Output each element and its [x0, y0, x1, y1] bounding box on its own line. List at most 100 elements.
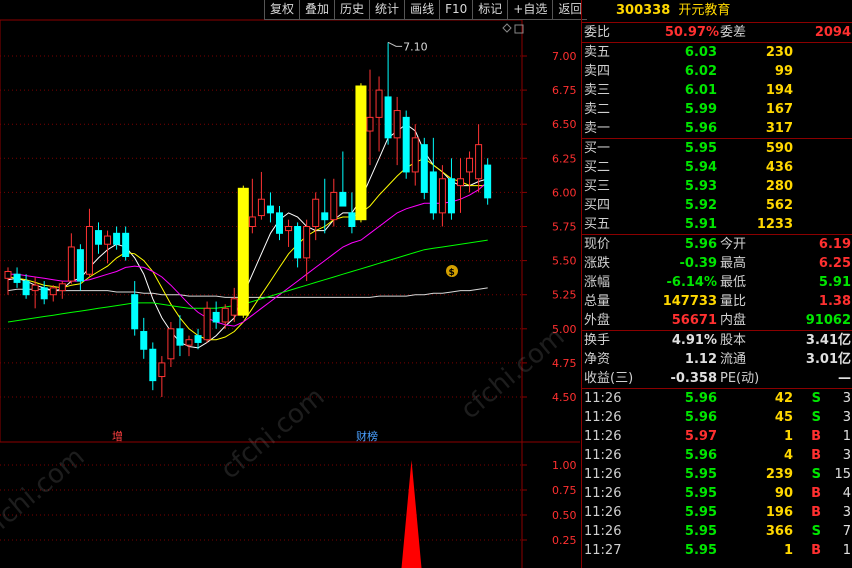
indicator-tick-label: 0.50 [552, 509, 577, 522]
stat-value: — [838, 371, 851, 386]
candle-body [237, 187, 249, 316]
stat-label: 现价 [584, 237, 611, 252]
tick-row[interactable]: 11:26 5.95 196 B 3 [582, 503, 852, 522]
candle-body [140, 331, 148, 350]
tick-volume: 1 [783, 543, 793, 558]
price-tick-label: 7.00 [552, 50, 577, 63]
bid-row[interactable]: 买一 5.95 590 [582, 139, 852, 158]
bid-row[interactable]: 买五 5.91 1233 [582, 215, 852, 234]
stock-code: 300338 [616, 3, 671, 18]
candle-body [411, 137, 419, 173]
bid-volume: 590 [765, 141, 793, 156]
bid-label: 买四 [584, 198, 611, 213]
kline-chart[interactable]: 7.006.756.506.256.005.755.505.255.004.75… [0, 0, 580, 568]
stat-label: 涨幅 [584, 275, 611, 290]
tick-row[interactable]: 11:26 5.96 4 B 3 [582, 446, 852, 465]
stock-name: 开元教育 [678, 3, 731, 18]
toolbar-mark-button[interactable]: 标记 [472, 0, 508, 20]
candle-body [176, 328, 184, 346]
ask-row[interactable]: 卖五 6.03 230 [582, 43, 852, 62]
bid-row[interactable]: 买三 5.93 280 [582, 177, 852, 196]
toolbar-overlay-button[interactable]: 叠加 [299, 0, 335, 20]
stat-value: 1.12 [684, 352, 717, 367]
indicator-tick-label: 0.25 [552, 534, 577, 547]
money-bag-glyph: $ [449, 268, 455, 278]
tick-volume: 45 [774, 410, 793, 425]
high-price-label: 7.10 [403, 40, 428, 53]
stat-value: 5.91 [818, 275, 851, 290]
tick-side: B [811, 429, 821, 444]
tick-side: S [811, 410, 821, 425]
candle-body [276, 212, 283, 234]
bid-row[interactable]: 买二 5.94 436 [582, 158, 852, 177]
stat-value: 6.19 [818, 237, 851, 252]
stat-row: 涨跌 -0.39 最高 6.25 [582, 254, 852, 273]
bid-price: 5.91 [684, 217, 717, 232]
stat-value: -0.39 [679, 256, 717, 271]
candle-body [294, 226, 302, 259]
toolbar-history-button[interactable]: 历史 [334, 0, 370, 20]
tick-count: 3 [842, 448, 851, 463]
tick-row[interactable]: 11:26 5.95 90 B 4 [582, 484, 852, 503]
tick-side: S [811, 467, 821, 482]
stat-label: 今开 [720, 237, 747, 252]
tick-time: 11:26 [584, 448, 622, 463]
candle-body [375, 89, 383, 118]
bid-row[interactable]: 买四 5.92 562 [582, 196, 852, 215]
candle-body [185, 339, 193, 346]
tick-side: S [811, 524, 821, 539]
toolbar-f10-button[interactable]: F10 [439, 0, 473, 20]
tick-list[interactable]: 11:26 5.96 42 S 3 11:26 5.96 45 S 3 11:26 5.97 1 B 1 11… [582, 389, 852, 560]
tick-volume: 239 [765, 467, 793, 482]
candle-body [384, 96, 392, 139]
candle-body [475, 144, 483, 180]
candle-body [158, 362, 166, 378]
candle-body [402, 116, 410, 173]
tick-row[interactable]: 11:26 5.97 1 B 1 [582, 427, 852, 446]
bid-label: 买五 [584, 217, 611, 232]
bid-volume: 436 [765, 160, 793, 175]
tick-volume: 4 [783, 448, 793, 463]
candle-body [85, 226, 93, 275]
stat-label: 外盘 [584, 313, 611, 328]
tick-row[interactable]: 11:26 5.96 45 S 3 [582, 408, 852, 427]
tick-row[interactable]: 11:26 5.95 239 S 15 [582, 465, 852, 484]
toolbar-stats-button[interactable]: 统计 [369, 0, 405, 20]
stat-label: 涨跌 [584, 256, 611, 271]
toolbar-fuquan-button[interactable]: 复权 [264, 0, 300, 20]
ask-row[interactable]: 卖二 5.99 167 [582, 100, 852, 119]
stat-value: 56671 [671, 313, 717, 328]
kline-chart-area[interactable]: 7.00 6.75 6.50 6.25 6.00 5.75 5.50 5.25 5.00 4.75… [0, 0, 588, 568]
candle-body [285, 226, 293, 232]
candle-body [312, 198, 320, 228]
ask-price: 5.99 [684, 102, 717, 117]
bid-label: 买二 [584, 160, 611, 175]
quote-stats: 现价 5.96 今开 6.19 涨跌 -0.39 最高 6.25 涨幅 -6.14% 最低 5.91 总… [582, 235, 852, 330]
ask-row[interactable]: 卖一 5.96 317 [582, 119, 852, 138]
stat-label: 总量 [584, 294, 611, 309]
ask-row[interactable]: 卖四 6.02 99 [582, 62, 852, 81]
toolbar-draw-button[interactable]: 画线 [404, 0, 440, 20]
bid-volume: 1233 [756, 217, 793, 232]
candle-body [438, 178, 446, 214]
ask-volume: 194 [765, 83, 793, 98]
candle-body [447, 178, 455, 214]
stat-value: -0.358 [670, 371, 717, 386]
tick-price: 5.95 [684, 467, 717, 482]
stat-value: 4.91% [671, 333, 717, 348]
tick-time: 11:26 [584, 410, 622, 425]
ask-row[interactable]: 卖三 6.01 194 [582, 81, 852, 100]
bid-price: 5.92 [684, 198, 717, 213]
bid-label: 买三 [584, 179, 611, 194]
tick-row[interactable]: 11:26 5.95 366 S 7 [582, 522, 852, 541]
tick-volume: 42 [774, 391, 793, 406]
candle-body [321, 212, 329, 221]
tick-price: 5.95 [684, 486, 717, 501]
candle-body [339, 191, 347, 207]
stat-label: PE(动) [720, 371, 760, 386]
tick-row[interactable]: 11:27 5.95 1 B 1 [582, 541, 852, 560]
candle-body [76, 249, 84, 282]
tick-row[interactable]: 11:26 5.96 42 S 3 [582, 389, 852, 408]
tick-time: 11:27 [584, 543, 622, 558]
toolbar-add-watchlist-button[interactable]: +自选 [507, 0, 553, 20]
